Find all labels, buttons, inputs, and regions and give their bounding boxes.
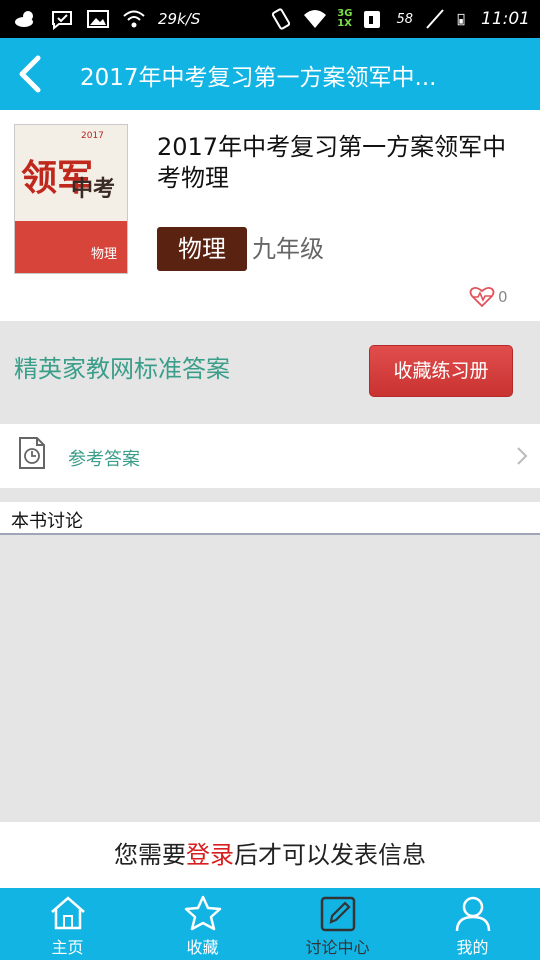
back-button[interactable] bbox=[10, 50, 54, 98]
image-icon bbox=[87, 10, 109, 28]
battery-percent: 58 bbox=[396, 11, 413, 27]
chevron-right-icon bbox=[517, 447, 528, 465]
status-bar-left: 29k/S bbox=[14, 6, 200, 32]
network-type: 3G 1X bbox=[337, 9, 352, 29]
net-speed: 29k/S bbox=[158, 10, 201, 28]
subject-tag: 物理 bbox=[157, 227, 247, 271]
page-title: 2017年中考复习第一方案领军中... bbox=[80, 65, 437, 91]
login-prompt-prefix: 您需要 bbox=[114, 841, 186, 869]
title-bar: 2017年中考复习第一方案领军中... bbox=[0, 38, 540, 110]
heart-pulse-icon bbox=[469, 286, 495, 308]
tab-favorites-label: 收藏 bbox=[186, 938, 219, 957]
message-check-icon bbox=[52, 11, 72, 30]
tab-home-label: 主页 bbox=[51, 938, 84, 957]
tab-mine[interactable]: 我的 bbox=[405, 888, 540, 960]
discussion-title: 本书讨论 bbox=[11, 511, 83, 532]
login-link[interactable]: 登录 bbox=[186, 841, 234, 869]
home-icon bbox=[50, 896, 85, 930]
tab-discussion-center[interactable]: 讨论中心 bbox=[270, 888, 405, 960]
like-count: 0 bbox=[498, 288, 508, 306]
favorite-workbook-button[interactable]: 收藏练习册 bbox=[369, 345, 513, 397]
cover-title-sub: 中考 bbox=[71, 176, 116, 202]
sim-icon bbox=[426, 9, 444, 29]
tab-discussion-center-label: 讨论中心 bbox=[305, 938, 370, 957]
star-icon bbox=[184, 895, 221, 931]
weather-icon bbox=[15, 11, 33, 27]
section-divider bbox=[0, 488, 540, 502]
grade-label: 九年级 bbox=[252, 235, 324, 263]
login-prompt: 您需要登录后才可以发表信息 bbox=[0, 822, 540, 888]
login-prompt-suffix: 后才可以发表信息 bbox=[234, 841, 426, 869]
answer-source-section: 精英家教网标准答案 收藏练习册 bbox=[0, 321, 540, 424]
cover-subject: 物理 bbox=[91, 247, 118, 262]
like-button[interactable]: 0 bbox=[469, 284, 508, 310]
tab-home[interactable]: 主页 bbox=[0, 888, 135, 960]
book-cover: 2017 领军 中考 物理 bbox=[14, 124, 128, 274]
wifi-icon bbox=[123, 10, 145, 28]
vibrate-icon bbox=[272, 8, 291, 30]
wifi-icon bbox=[304, 10, 327, 28]
discussion-header: 本书讨论 bbox=[0, 502, 540, 535]
book-info-card: 2017 领军 中考 物理 2017年中考复习第一方案领军中考物理 物理 九年级… bbox=[0, 110, 540, 321]
battery-icon bbox=[457, 13, 465, 26]
document-clock-icon bbox=[19, 437, 45, 469]
bottom-tab-bar: 主页 收藏 讨论中心 我的 bbox=[0, 888, 540, 960]
clock: 11:01 bbox=[481, 9, 530, 29]
network-type-bottom: 1X bbox=[337, 18, 352, 29]
reference-answer-label: 参考答案 bbox=[68, 449, 140, 470]
back-arrow-icon bbox=[19, 55, 41, 93]
status-bar: 29k/S 3G 1X 58 11:01 bbox=[0, 0, 540, 38]
user-icon bbox=[455, 896, 490, 932]
answer-source-name: 精英家教网标准答案 bbox=[14, 355, 230, 383]
status-bar-right: 3G 1X 58 11:01 bbox=[269, 6, 530, 32]
tab-favorites[interactable]: 收藏 bbox=[135, 888, 270, 960]
tab-mine-label: 我的 bbox=[456, 938, 489, 957]
cover-year: 2017 bbox=[81, 131, 104, 141]
signal-icon bbox=[364, 11, 381, 28]
book-title: 2017年中考复习第一方案领军中考物理 bbox=[157, 133, 507, 192]
reference-answer-row[interactable]: 参考答案 bbox=[0, 424, 540, 488]
discussion-list bbox=[0, 535, 540, 822]
edit-icon bbox=[320, 896, 355, 932]
